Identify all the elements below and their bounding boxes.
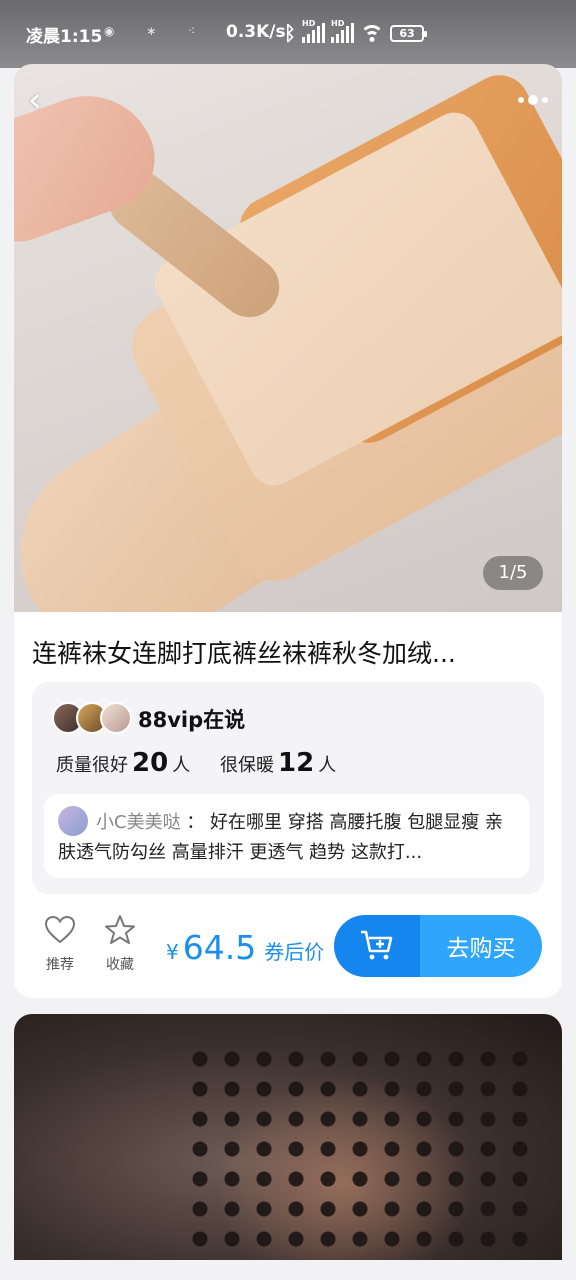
review-stat-warm: 很保暖 12 人 [220, 748, 337, 778]
add-to-cart-button[interactable] [334, 915, 420, 977]
next-product-image[interactable] [14, 1014, 562, 1260]
star-icon [98, 912, 142, 948]
review-header: 88vip在说 [138, 708, 246, 732]
reviewer-avatars [52, 702, 132, 734]
recommend-button[interactable]: 推荐 [38, 912, 82, 974]
favorite-button[interactable]: 收藏 [98, 912, 142, 974]
signal-icon-2: HD [331, 19, 354, 43]
buy-button-group[interactable]: 去购买 [334, 915, 542, 977]
signal-icon-1: HD [302, 19, 325, 43]
battery-icon: 63 [390, 24, 427, 42]
status-bar: 凌晨1:15 ◉ ∗ ⁖ ⁚ 0.3K/s ᛒ HD HD 63 [0, 0, 576, 68]
network-speed: 0.3K/s [226, 22, 286, 42]
status-time: 凌晨1:15 [26, 27, 103, 47]
more-icon[interactable] [518, 90, 558, 110]
review-comment[interactable]: 小C美美哒 ： 好在哪里 穿搭 高腰托腹 包腿显瘦 亲肤透气防勾丝 高量排汗 更… [44, 794, 530, 878]
notification-icons: ◉ ∗ ⁖ ⁚ [104, 24, 245, 38]
status-right-icons: ᛒ HD HD 63 [284, 18, 427, 48]
wifi-icon [360, 23, 384, 43]
price: ¥ 64.5 券后价 [166, 928, 325, 967]
comment-user: 小C美美哒 [96, 812, 181, 833]
product-image[interactable] [14, 64, 562, 612]
avatar [100, 702, 132, 734]
cart-icon [361, 930, 393, 960]
review-stat-quality: 质量很好 20 人 [56, 748, 191, 778]
comment-text: 小C美美哒 ： 好在哪里 穿搭 高腰托腹 包腿显瘦 亲肤透气防勾丝 高量排汗 更… [58, 812, 503, 863]
product-title[interactable]: 连裤袜女连脚打底裤丝袜裤秋冬加绒... [32, 634, 542, 670]
image-counter: 1/5 [483, 556, 543, 590]
review-summary[interactable]: 88vip在说 质量很好 20 人 很保暖 12 人 小C美美哒 ： 好在哪里 … [32, 682, 544, 894]
product-card[interactable]: 连裤袜女连脚打底裤丝袜裤秋冬加绒... 88vip在说 质量很好 20 人 很保… [14, 612, 562, 998]
bluetooth-icon: ᛒ [284, 21, 296, 45]
buy-now-button[interactable]: 去购买 [420, 915, 542, 977]
heart-icon [38, 912, 82, 948]
back-icon[interactable]: ‹ [28, 83, 56, 117]
